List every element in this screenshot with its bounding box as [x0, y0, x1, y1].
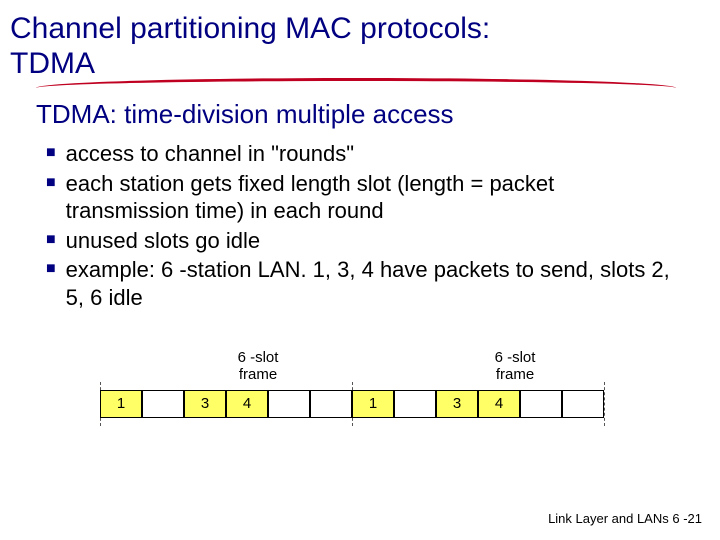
slot-5a: [268, 390, 310, 418]
bullet-text: access to channel in "rounds": [66, 140, 354, 168]
bullet-item: ■ example: 6 -station LAN. 1, 3, 4 have …: [46, 256, 680, 311]
slide-subtitle: TDMA: time-division multiple access: [0, 81, 720, 140]
slot-4a: 4: [226, 390, 268, 418]
slot-3b: 3: [436, 390, 478, 418]
bullet-list: ■ access to channel in "rounds" ■ each s…: [0, 140, 720, 311]
slot-6b: [562, 390, 604, 418]
bullet-text: example: 6 -station LAN. 1, 3, 4 have pa…: [66, 256, 680, 311]
title-line-1: Channel partitioning MAC protocols:: [10, 12, 490, 45]
bullet-square-icon: ■: [46, 260, 56, 278]
bullet-square-icon: ■: [46, 231, 56, 249]
slot-2a: [142, 390, 184, 418]
slot-6a: [310, 390, 352, 418]
slot-2b: [394, 390, 436, 418]
slide-footer: Link Layer and LANs 6 -21: [548, 511, 702, 526]
slot-1a: 1: [100, 390, 142, 418]
title-line-2: TDMA: [10, 47, 95, 80]
slide-title: Channel partitioning MAC protocols: TDMA: [0, 0, 720, 81]
bullet-item: ■ access to channel in "rounds": [46, 140, 680, 168]
bullet-square-icon: ■: [46, 174, 56, 192]
slot-5b: [520, 390, 562, 418]
slot-3a: 3: [184, 390, 226, 418]
frame-label-1: 6 -slot frame: [228, 350, 288, 383]
slot-4b: 4: [478, 390, 520, 418]
slot-row: 1 3 4 1 3 4: [100, 390, 604, 418]
slot-1b: 1: [352, 390, 394, 418]
frame-label-2: 6 -slot frame: [485, 350, 545, 383]
bullet-text: each station gets fixed length slot (len…: [66, 170, 680, 225]
bullet-item: ■ each station gets fixed length slot (l…: [46, 170, 680, 225]
bullet-item: ■ unused slots go idle: [46, 227, 680, 255]
frame-tick: [604, 382, 605, 426]
bullet-square-icon: ■: [46, 144, 56, 162]
bullet-text: unused slots go idle: [66, 227, 260, 255]
